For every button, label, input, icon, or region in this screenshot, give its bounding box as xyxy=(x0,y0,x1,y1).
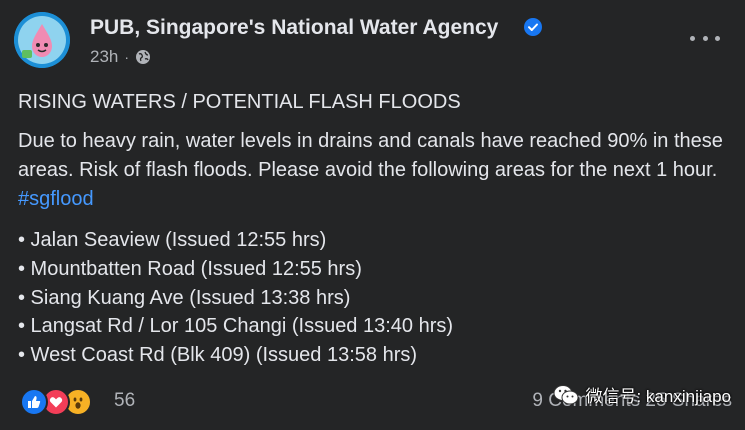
globe-icon xyxy=(136,50,151,64)
post-meta: 23h · xyxy=(90,47,151,67)
more-options-button[interactable] xyxy=(690,28,720,48)
watermark: 微信号: kanxinjiapo xyxy=(553,382,731,407)
watermark-text: 微信号: kanxinjiapo xyxy=(585,387,731,406)
post-headline: RISING WATERS / POTENTIAL FLASH FLOODS xyxy=(18,91,461,113)
page-name[interactable]: PUB, Singapore's National Water Agency xyxy=(90,16,498,40)
post-content: RISING WATERS / POTENTIAL FLASH FLOODS D… xyxy=(18,88,733,370)
list-item: • Jalan Seaview (Issued 12:55 hrs) xyxy=(18,229,327,251)
list-item: • Mountbatten Road (Issued 12:55 hrs) xyxy=(18,257,362,280)
more-dot-icon xyxy=(702,35,708,41)
page-avatar[interactable] xyxy=(14,12,70,68)
reactions-summary[interactable] xyxy=(20,388,92,416)
list-item: • Langsat Rd / Lor 105 Changi (Issued 13… xyxy=(18,315,454,338)
post-header: PUB, Singapore's National Water Agency 2… xyxy=(14,12,732,72)
list-item: • West Coast Rd (Blk 409) (Issued 13:58 … xyxy=(18,344,418,367)
more-dot-icon xyxy=(690,35,695,41)
verified-badge-icon xyxy=(524,18,542,36)
reaction-count[interactable]: 56 xyxy=(114,390,135,412)
more-dot-icon xyxy=(715,35,720,41)
wechat-icon xyxy=(553,384,579,404)
post-body-text: Due to heavy rain, water levels in drain… xyxy=(18,130,723,181)
post-time[interactable]: 23h xyxy=(90,47,118,67)
area-list: • Jalan Seaview (Issued 12:55 hrs) • Mou… xyxy=(18,226,733,370)
list-item: • Siang Kuang Ave (Issued 13:38 hrs) xyxy=(18,286,351,309)
meta-separator: · xyxy=(124,49,130,65)
hashtag-link[interactable]: #sgflood xyxy=(18,188,94,210)
post-body: Due to heavy rain, water levels in drain… xyxy=(18,127,733,214)
like-icon xyxy=(20,388,48,416)
